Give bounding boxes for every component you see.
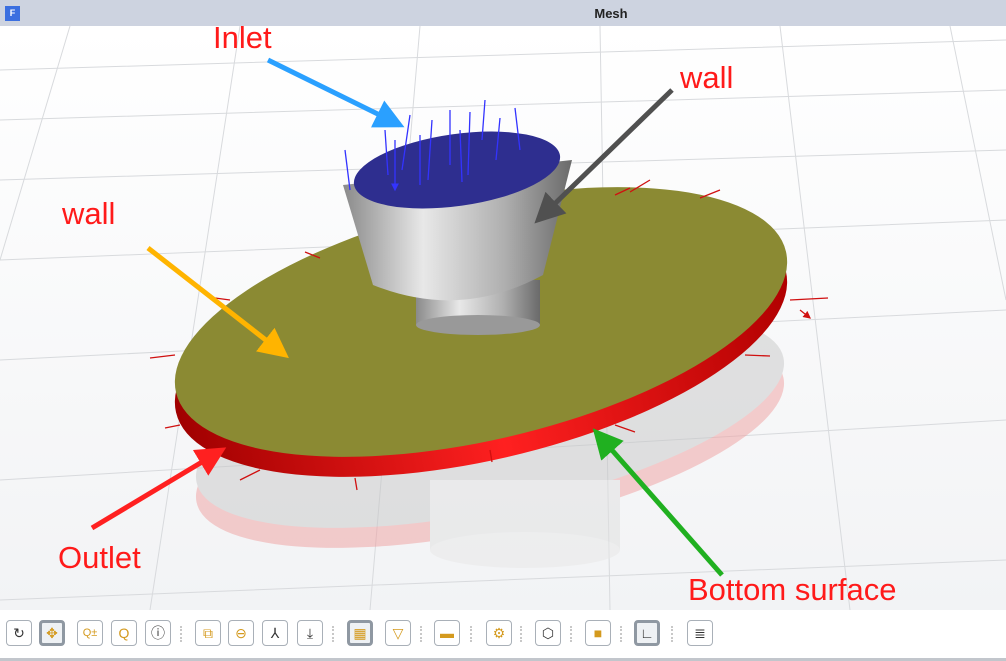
filter-icon: ▽ [392, 624, 404, 641]
solid-view-button[interactable]: ■ [585, 620, 611, 646]
info-icon: ⓘ [151, 625, 165, 641]
title-bar: F Mesh [0, 0, 1006, 26]
zoom-fit-button[interactable]: ⊖ [228, 620, 254, 646]
view-toolbar: ↻ ✥ Q± Q ⓘ ⧉ ⊖ ⅄ ⤓ ▦ ▽ ▬ ⚙ ⬡ ■ ∟ ≣ [0, 610, 1006, 661]
axes-icon: ⅄ [270, 624, 280, 641]
zoom-icon: Q [118, 625, 130, 641]
mesh-display-button[interactable]: ▦ [347, 620, 373, 646]
export-icon: ⤓ [306, 624, 314, 641]
lighting-button[interactable]: ⚙ [486, 620, 512, 646]
wall-label-left: wall [62, 196, 116, 231]
toolbar-separator [520, 626, 524, 642]
zoom-box-icon: ⧉ [203, 624, 213, 641]
toolbar-separator [180, 626, 184, 642]
zoom-in-out-button[interactable]: Q± [77, 620, 103, 646]
mesh-scene[interactable] [0, 25, 1006, 611]
transparency-button[interactable]: ▬ [434, 620, 460, 646]
axes-button[interactable]: ⅄ [262, 620, 288, 646]
info-button[interactable]: ⓘ [145, 620, 171, 646]
zoom-box-button[interactable]: ⧉ [195, 620, 221, 646]
cube-icon: ⬡ [541, 624, 555, 641]
bottom-surface-label: Bottom surface [688, 572, 897, 607]
pan-button[interactable]: ✥ [39, 620, 65, 646]
lighting-icon: ⚙ [492, 624, 506, 641]
transparency-icon: ▬ [440, 625, 454, 641]
window-title: Mesh [594, 6, 628, 21]
toolbar-separator [620, 626, 624, 642]
inlet-label: Inlet [213, 20, 272, 55]
3d-viewport[interactable]: Inlet wall wall Outlet Bottom surface [0, 20, 1006, 611]
toolbar-separator [420, 626, 424, 642]
toolbar-separator [671, 626, 675, 642]
axis-triad-icon: ∟ [640, 625, 654, 641]
toolbar-separator [470, 626, 474, 642]
filter-button[interactable]: ▽ [385, 620, 411, 646]
export-button[interactable]: ⤓ [297, 620, 323, 646]
cube-view-button[interactable]: ⬡ [535, 620, 561, 646]
toolbar-separator [332, 626, 336, 642]
report-button[interactable]: ≣ [687, 620, 713, 646]
outlet-label: Outlet [58, 540, 141, 575]
zoom-fit-icon: ⊖ [235, 624, 247, 641]
report-icon: ≣ [694, 624, 706, 641]
rotate-button[interactable]: ↻ [6, 620, 32, 646]
zoom-in-out-icon: Q± [82, 627, 98, 639]
toolbar-separator [570, 626, 574, 642]
axis-triad-button[interactable]: ∟ [634, 620, 660, 646]
rotate-icon: ↻ [13, 624, 25, 641]
mesh-display-icon: ▦ [353, 624, 367, 641]
wall-label-top: wall [680, 60, 734, 95]
zoom-button[interactable]: Q [111, 620, 137, 646]
solid-cube-icon: ■ [593, 625, 603, 641]
pan-icon: ✥ [46, 624, 58, 641]
